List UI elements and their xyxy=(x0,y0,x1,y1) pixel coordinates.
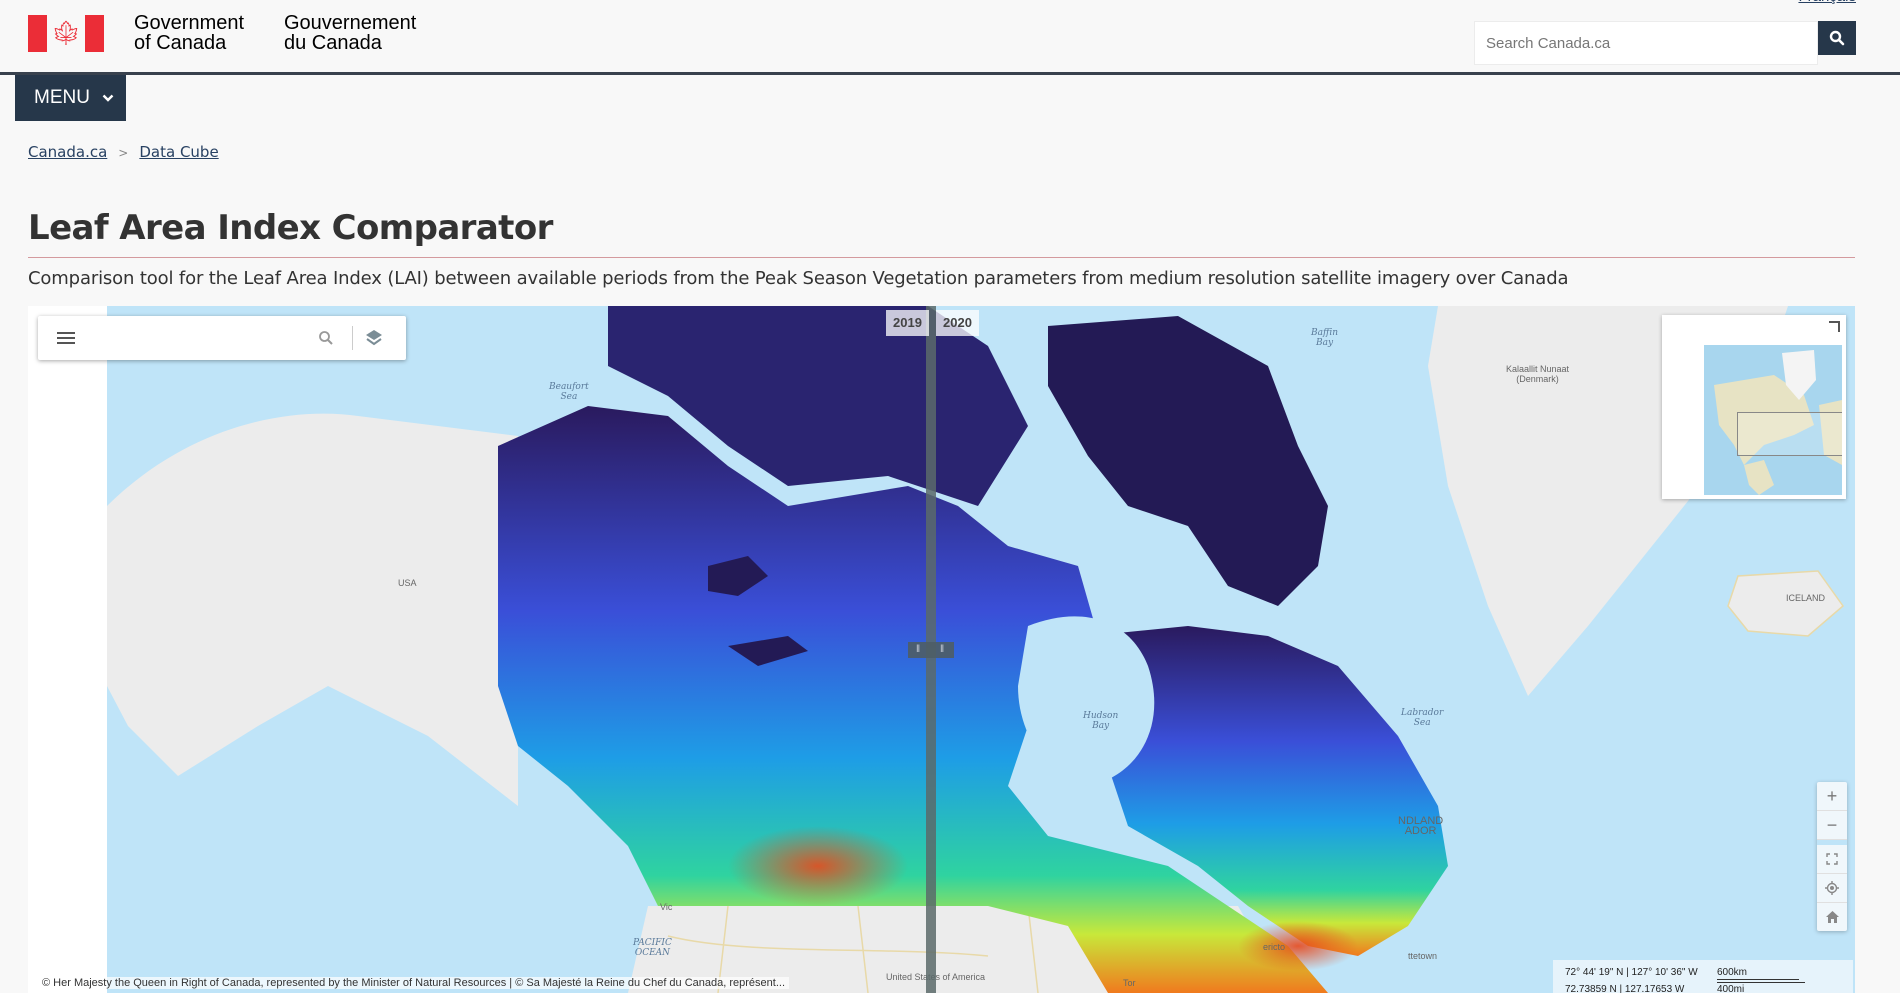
coordinates-dms: 72° 44' 19" N | 127° 10' 36" W xyxy=(1565,967,1698,978)
geolocate-button[interactable] xyxy=(1817,874,1847,903)
signature-en-line2: of Canada xyxy=(134,32,227,54)
iceland-land xyxy=(1727,570,1845,637)
menu-button[interactable]: MENU xyxy=(15,75,126,121)
label-pacific-ocean: PACIFIC OCEAN xyxy=(633,938,672,958)
map-viewer[interactable]: Beaufort Sea Baffin Bay Kalaallit Nunaat (D… xyxy=(28,306,1855,993)
site-search xyxy=(1474,21,1856,67)
breadcrumb: Canada.ca > Data Cube xyxy=(28,143,219,161)
zoom-in-button[interactable]: + xyxy=(1817,782,1847,811)
label-iceland: ICELAND xyxy=(1786,593,1826,603)
overview-map[interactable] xyxy=(1662,315,1846,499)
map-nav-controls: + − xyxy=(1817,782,1847,931)
menu-label: MENU xyxy=(34,87,90,108)
fullscreen-button[interactable] xyxy=(1817,845,1847,874)
hamburger-menu-icon[interactable] xyxy=(54,326,78,350)
home-icon xyxy=(1825,911,1839,923)
label-usa: USA xyxy=(398,578,417,588)
lai-raster-baffin xyxy=(1048,316,1328,606)
crosshair-icon xyxy=(1825,881,1839,895)
label-beaufort-sea: Beaufort Sea xyxy=(549,382,589,402)
label-labrador-sea: Labrador Sea xyxy=(1401,708,1444,728)
coordinates-decimal: 72.73859 N | 127.17653 W xyxy=(1565,984,1685,993)
maple-leaf-icon: 🍁︎ xyxy=(50,20,82,47)
signature-fr-line2: du Canada xyxy=(284,32,382,54)
scale-mi: 400mi xyxy=(1717,984,1745,993)
scale-bar-km xyxy=(1717,979,1799,980)
year-label-right: 2020 xyxy=(936,310,979,336)
year-label-left: 2019 xyxy=(886,310,929,336)
site-header: 🍁︎ Government of Canada Gouvernement du … xyxy=(0,0,1900,75)
plus-icon: + xyxy=(1826,785,1838,806)
scale-km: 600km xyxy=(1717,967,1748,978)
map-left-margin xyxy=(28,306,107,993)
map-attribution: © Her Majesty the Queen in Right of Cana… xyxy=(38,977,790,989)
scale-bar-mi xyxy=(1717,982,1805,983)
breadcrumb-separator: > xyxy=(118,146,129,160)
flag-bar-left xyxy=(28,15,47,52)
collapse-overview-icon[interactable] xyxy=(1829,321,1840,332)
breadcrumb-link-data-cube[interactable]: Data Cube xyxy=(139,143,218,161)
signature-en-line1: Government xyxy=(134,12,245,34)
title-underline xyxy=(28,257,1855,258)
map-search-icon[interactable] xyxy=(314,326,338,350)
chevron-down-icon xyxy=(102,91,114,105)
layers-icon[interactable] xyxy=(362,326,386,350)
coordinates-panel: 72° 44' 19" N | 127° 10' 36" W 72.73859 … xyxy=(1553,960,1853,993)
label-charlottetown: ttetown xyxy=(1408,951,1438,961)
page-description: Comparison tool for the Leaf Area Index … xyxy=(28,268,1569,289)
label-greenland: Kalaallit Nunaat (Denmark) xyxy=(1506,364,1570,384)
fullscreen-icon xyxy=(1826,853,1838,865)
map-toolbar xyxy=(38,316,406,360)
signature-fr-line1: Gouvernement xyxy=(284,12,417,34)
canada-flag-logo[interactable]: 🍁︎ xyxy=(28,15,104,52)
overview-extent-box[interactable] xyxy=(1737,412,1842,456)
search-icon xyxy=(1829,30,1845,46)
label-baffin-bay: Baffin Bay xyxy=(1311,328,1339,348)
alaska-land xyxy=(107,413,518,806)
label-victoria: Vic xyxy=(660,902,673,912)
label-fredericton: ericto xyxy=(1263,942,1286,952)
overview-map-image[interactable] xyxy=(1704,345,1842,495)
language-toggle-link[interactable]: Français xyxy=(1798,0,1856,5)
label-toronto: Tor xyxy=(1123,978,1136,988)
swipe-handle[interactable]: ‖ ‖ xyxy=(908,642,954,658)
grip-left-icon: ‖ xyxy=(916,644,921,655)
zoom-out-button[interactable]: − xyxy=(1817,811,1847,840)
home-button[interactable] xyxy=(1817,903,1847,931)
flag-bar-right xyxy=(85,15,104,52)
search-button[interactable] xyxy=(1818,21,1856,55)
signature-french[interactable]: Gouvernement du Canada xyxy=(284,13,416,53)
label-newfoundland: NDLAND ADOR xyxy=(1398,815,1444,837)
label-hudson-bay: Hudson Bay xyxy=(1083,711,1119,731)
lai-hotspot-prairies xyxy=(728,826,908,906)
search-input[interactable] xyxy=(1474,21,1818,65)
lai-hotspot-maritimes xyxy=(1238,921,1358,971)
toolbar-divider xyxy=(352,326,353,350)
signature-english[interactable]: Government of Canada xyxy=(134,13,244,53)
grip-right-icon: ‖ xyxy=(940,644,945,655)
breadcrumb-link-canada[interactable]: Canada.ca xyxy=(28,143,107,161)
minus-icon: − xyxy=(1826,814,1838,835)
page-title: Leaf Area Index Comparator xyxy=(28,208,553,248)
